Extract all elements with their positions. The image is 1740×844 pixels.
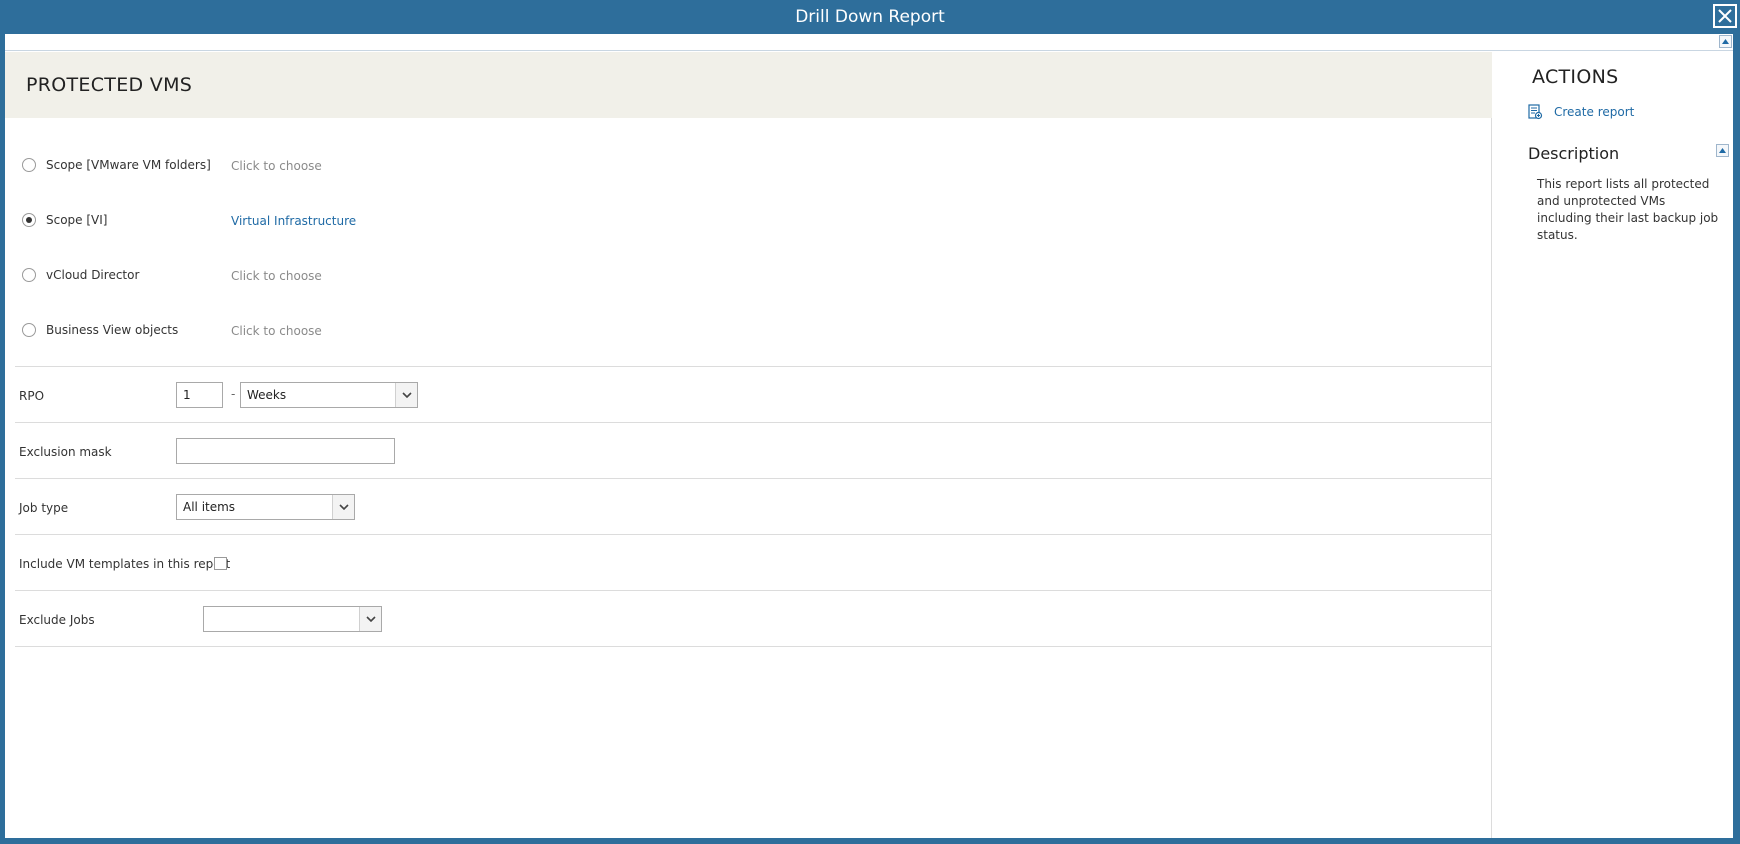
chevron-down-icon: [365, 616, 376, 622]
report-parameters-panel: PROTECTED VMS Scope [VMware VM folders] …: [5, 52, 1492, 838]
business-view-radio[interactable]: [22, 323, 36, 337]
job-type-label: Job type: [19, 501, 69, 515]
exclude-jobs-dropdown-button[interactable]: [359, 607, 381, 631]
scope-vi-label: Scope [VI]: [46, 213, 108, 227]
rpo-value-input[interactable]: 1: [176, 382, 223, 408]
create-report-button[interactable]: Create report: [1527, 104, 1634, 120]
create-report-label: Create report: [1554, 105, 1635, 119]
rpo-row: RPO 1 - Weeks: [5, 367, 1492, 422]
chevron-down-icon: [338, 504, 349, 510]
title-bar: Drill Down Report: [0, 0, 1740, 34]
exclusion-mask-label: Exclusion mask: [19, 445, 112, 459]
exclusion-mask-input[interactable]: [176, 438, 395, 464]
business-view-chooser[interactable]: Click to choose: [231, 324, 322, 338]
rpo-label: RPO: [19, 389, 45, 403]
actions-heading: ACTIONS: [1532, 66, 1619, 88]
job-type-value: All items: [183, 500, 236, 514]
job-type-row: Job type All items: [5, 479, 1492, 534]
rpo-unit-value: Weeks: [247, 388, 287, 402]
rpo-unit-dropdown-button[interactable]: [395, 383, 417, 407]
scope-vi-chooser[interactable]: Virtual Infrastructure: [231, 214, 356, 228]
divider: [15, 646, 1492, 647]
scope-vm-folders-radio[interactable]: [22, 158, 36, 172]
scope-option-vcloud: vCloud Director Click to choose: [5, 260, 1492, 290]
exclusion-mask-row: Exclusion mask: [5, 423, 1492, 478]
window-title: Drill Down Report: [795, 7, 945, 27]
report-icon: [1528, 104, 1543, 120]
top-strip: [5, 34, 1733, 51]
include-templates-row: Include VM templates in this report: [5, 535, 1492, 590]
close-icon: [1718, 9, 1732, 23]
collapse-top-button[interactable]: [1719, 35, 1732, 48]
drill-down-window: Drill Down Report PROTECTED VMS Scope [V…: [0, 0, 1740, 844]
description-text: This report lists all protected and unpr…: [1537, 177, 1719, 242]
exclude-jobs-select[interactable]: [203, 606, 382, 632]
scope-vi-radio[interactable]: [22, 213, 36, 227]
vcloud-director-chooser[interactable]: Click to choose: [231, 269, 322, 283]
description-heading: Description: [1528, 144, 1620, 163]
dialog-content: PROTECTED VMS Scope [VMware VM folders] …: [5, 34, 1733, 838]
scope-option-vm-folders: Scope [VMware VM folders] Click to choos…: [5, 150, 1492, 180]
include-templates-checkbox[interactable]: [214, 557, 227, 570]
vcloud-director-label: vCloud Director: [46, 268, 140, 282]
scope-option-vi: Scope [VI] Virtual Infrastructure: [5, 205, 1492, 235]
chevron-up-icon: [1722, 39, 1729, 44]
rpo-separator: -: [231, 387, 236, 401]
vcloud-director-radio[interactable]: [22, 268, 36, 282]
include-templates-label: Include VM templates in this report: [19, 557, 231, 571]
scope-vm-folders-chooser[interactable]: Click to choose: [231, 159, 322, 173]
job-type-select[interactable]: All items: [176, 494, 355, 520]
collapse-description-button[interactable]: [1716, 144, 1729, 157]
actions-sidebar: ACTIONS Create report Description This r…: [1493, 52, 1733, 838]
business-view-label: Business View objects: [46, 323, 179, 337]
rpo-unit-select[interactable]: Weeks: [240, 382, 418, 408]
scope-option-business-view: Business View objects Click to choose: [5, 315, 1492, 345]
exclude-jobs-label: Exclude Jobs: [19, 613, 95, 627]
chevron-down-icon: [401, 392, 412, 398]
panel-title: PROTECTED VMS: [26, 74, 193, 96]
scope-vm-folders-label: Scope [VMware VM folders]: [46, 158, 211, 172]
close-button[interactable]: [1713, 4, 1737, 28]
exclude-jobs-row: Exclude Jobs: [5, 591, 1492, 646]
panel-header: PROTECTED VMS: [5, 52, 1492, 118]
chevron-up-icon: [1719, 148, 1726, 153]
job-type-dropdown-button[interactable]: [332, 495, 354, 519]
